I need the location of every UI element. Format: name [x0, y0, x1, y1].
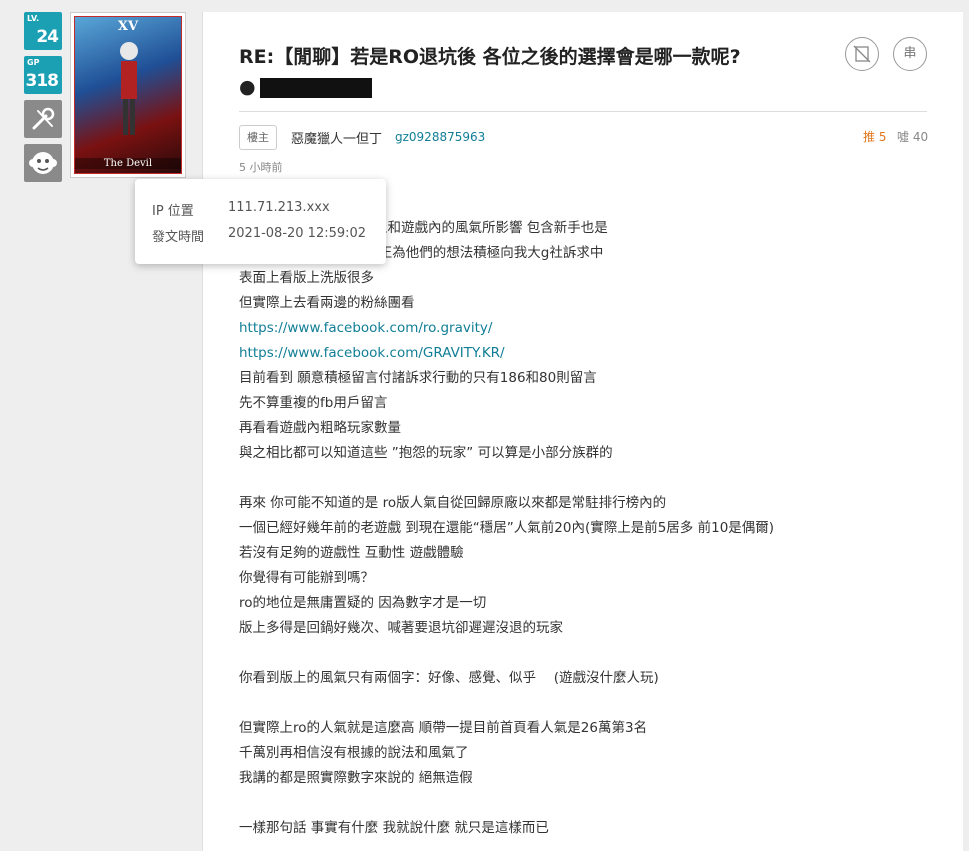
post-title-redacted-line: ●: [239, 72, 799, 102]
post-body-line: 先不算重複的fb用戶留言: [239, 395, 388, 411]
post-body-line: 但實際上ro的人氣就是這麼高 順帶一提目前首頁看人氣是26萬第3名: [239, 720, 648, 736]
post-body-line: https://www.facebook.com/ro.gravity/: [239, 316, 929, 341]
ip-tooltip: IP 位置 111.71.213.xxx 發文時間 2021-08-20 12:…: [135, 179, 386, 264]
redacted-block: [259, 77, 372, 98]
post-body-line: ro的地位是無庸置疑的 因為數字才是一切: [239, 595, 487, 611]
title-bullet: ●: [239, 76, 256, 98]
title-divider: [239, 111, 927, 112]
level-tag: LV.: [27, 14, 40, 23]
post-body-line: 你覺得有可能辦到嗎？: [239, 570, 374, 586]
post-body-line: 一樣那句話 事實有什麼 我就說什麼 就只是這樣而已: [239, 820, 549, 836]
host-badge: 樓主: [239, 125, 277, 150]
post-title-text: RE:【閒聊】若是RO退坑後 各位之後的選擇會是哪一款呢?: [239, 46, 741, 68]
ip-label: IP 位置: [152, 204, 194, 219]
gp-tag: GP: [27, 58, 40, 67]
user-stats-sidebar: LV. 24 GP 318: [24, 12, 62, 188]
post-body-line: 我講的都是照實際數字來說的 絕無造假: [239, 770, 473, 786]
no-entry-icon[interactable]: [845, 37, 879, 71]
post-body-line: 再看看遊戲內粗略玩家數量: [239, 420, 401, 436]
gp-value: 318: [25, 71, 59, 91]
avatar-image: XV The Devil: [74, 16, 182, 174]
post-time[interactable]: 5 小時前: [239, 159, 283, 175]
post-body-line: 一個已經好幾年前的老遊戲 到現在還能“穩居”人氣前20內(實際上是前5居多 前1…: [239, 520, 775, 536]
post-body-line: https://www.facebook.com/GRAVITY.KR/: [239, 341, 929, 366]
post-body-line: 再來 你可能不知道的是 ro版人氣自從回歸原廠以來都是常駐排行榜內的: [239, 495, 667, 511]
wrench-screwdriver-icon[interactable]: [24, 100, 62, 138]
card-caption: The Devil: [75, 158, 181, 169]
post-body-line: 但實際上去看兩邊的粉絲團看: [239, 295, 415, 311]
post-body-link[interactable]: https://www.facebook.com/GRAVITY.KR/: [239, 345, 505, 361]
author-name[interactable]: 惡魔獵人一但丁: [291, 128, 382, 147]
date-label: 發文時間: [152, 230, 205, 245]
ip-value: 111.71.213.xxx: [228, 200, 330, 215]
post-body-line: 目前看到 願意積極留言付諸訴求行動的只有186和80則留言: [239, 370, 597, 386]
post-panel: RE:【閒聊】若是RO退坑後 各位之後的選擇會是哪一款呢? ● 串 樓主 惡魔獵…: [202, 12, 963, 851]
post-body-line: 千萬別再相信沒有根據的說法和風氣了: [239, 745, 469, 761]
level-value: 24: [36, 27, 59, 47]
ip-row: IP 位置 111.71.213.xxx: [152, 200, 369, 226]
level-badge[interactable]: LV. 24: [24, 12, 62, 50]
chain-button[interactable]: 串: [893, 37, 927, 71]
avatar-card[interactable]: XV The Devil: [70, 12, 186, 178]
monkey-face-icon[interactable]: [24, 144, 62, 182]
post-body-line: 若沒有足夠的遊戲性 互動性 遊戲體驗: [239, 545, 464, 561]
post-body-line: 與之相比都可以知道這些 ”抱怨的玩家” 可以算是小部分族群的: [239, 445, 613, 461]
post-body-line: 版上多得是回鍋好幾次、喊著要退坑卻遲遲沒退的玩家: [239, 620, 563, 636]
post-body-line: 表面上看版上洗版很多: [239, 270, 374, 286]
post-title: RE:【閒聊】若是RO退坑後 各位之後的選擇會是哪一款呢? ●: [239, 42, 799, 102]
date-row: 發文時間 2021-08-20 12:59:02: [152, 226, 369, 252]
gp-badge[interactable]: GP 318: [24, 56, 62, 94]
post-body-blank-line: [239, 791, 929, 816]
post-body-blank-line: [239, 691, 929, 716]
boo-count[interactable]: 噓 40: [897, 128, 928, 145]
post-body-line: 你看到版上的風氣只有兩個字：好像、感覺、似乎 (遊戲沒什麼人玩): [239, 670, 659, 686]
post-body: 相信很多玩家都會被版上和遊戲內的風氣所影響 包含新手也是 “抱怨的玩家”好了 目前…: [239, 216, 929, 841]
push-count[interactable]: 推 5: [863, 128, 886, 145]
card-roman-numeral: XV: [117, 19, 139, 34]
character-figure: [120, 42, 138, 135]
date-value: 2021-08-20 12:59:02: [228, 226, 367, 241]
post-body-blank-line: [239, 641, 929, 666]
post-body-blank-line: [239, 466, 929, 491]
author-id[interactable]: gz0928875963: [395, 130, 485, 144]
post-body-link[interactable]: https://www.facebook.com/ro.gravity/: [239, 320, 492, 336]
